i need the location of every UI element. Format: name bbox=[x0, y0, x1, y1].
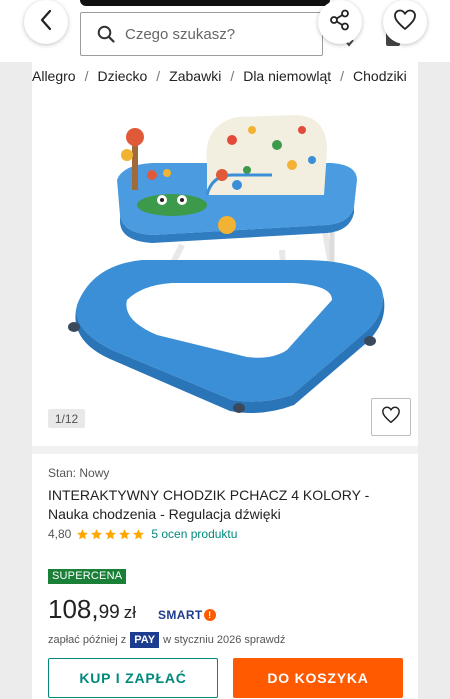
rating-value: 4,80 bbox=[48, 527, 72, 541]
status-notch bbox=[80, 0, 330, 6]
breadcrumb-item-chodziki[interactable]: Chodziki bbox=[353, 66, 407, 86]
breadcrumb-item-dla-niemowlat[interactable]: Dla niemowląt bbox=[243, 66, 331, 86]
breadcrumb-separator: / bbox=[156, 68, 161, 84]
breadcrumb: Allegro / Dziecko / Zabawki / Dla niemow… bbox=[32, 64, 418, 88]
header: ▪ bbox=[0, 0, 450, 62]
breadcrumb-separator: / bbox=[340, 68, 345, 84]
pay-later-date: w styczniu 2026 sprawdź bbox=[163, 634, 286, 646]
breadcrumb-item-zabawki[interactable]: Zabawki bbox=[169, 66, 221, 86]
buy-and-pay-button[interactable]: KUP I ZAPŁAĆ bbox=[48, 658, 218, 698]
smart-exclamation-icon: ! bbox=[203, 609, 216, 621]
heart-icon bbox=[393, 9, 417, 36]
price-decimal: 99 bbox=[98, 602, 120, 623]
search-input[interactable] bbox=[125, 25, 295, 43]
rating-stars bbox=[76, 528, 146, 541]
price-currency: zł bbox=[123, 603, 137, 622]
right-gutter bbox=[418, 0, 450, 699]
product-title: INTERAKTYWNY CHODZIK PCHACZ 4 KOLORY - N… bbox=[48, 487, 370, 522]
breadcrumb-item-allegro[interactable]: Allegro bbox=[32, 66, 76, 86]
breadcrumb-item-dziecko[interactable]: Dziecko bbox=[97, 66, 147, 86]
supercena-badge: SUPERCENA bbox=[48, 569, 127, 584]
add-to-favorites-button[interactable] bbox=[371, 398, 411, 436]
rating-row: 4,80 5 ocen produktu bbox=[48, 525, 237, 543]
reviews-link[interactable]: 5 ocen produktu bbox=[151, 527, 237, 541]
left-gutter bbox=[0, 0, 32, 699]
section-divider bbox=[32, 446, 418, 454]
search-icon bbox=[97, 25, 115, 43]
breadcrumb-separator: / bbox=[84, 68, 89, 84]
product-condition: Stan: Nowy bbox=[48, 466, 110, 480]
pay-logo: PAY bbox=[130, 632, 160, 648]
product-image[interactable] bbox=[32, 95, 418, 440]
star-icon bbox=[119, 528, 131, 539]
pay-later-info[interactable]: zapłać później z PAY w styczniu 2026 spr… bbox=[48, 631, 285, 649]
star-icon bbox=[91, 528, 103, 539]
search-field[interactable] bbox=[80, 12, 323, 56]
share-icon bbox=[329, 9, 351, 36]
star-icon bbox=[77, 528, 89, 539]
star-icon bbox=[105, 528, 117, 539]
favorite-header-button[interactable] bbox=[383, 0, 427, 44]
price: 108, 99 zł bbox=[48, 594, 136, 628]
heart-icon bbox=[381, 405, 401, 429]
price-integer: 108, bbox=[48, 594, 99, 624]
image-counter: 1/12 bbox=[48, 409, 85, 428]
breadcrumb-separator: / bbox=[230, 68, 235, 84]
baby-walker-illustration bbox=[68, 115, 385, 413]
back-arrow-icon bbox=[39, 9, 53, 36]
pay-later-text: zapłać później z bbox=[48, 634, 127, 646]
smart-label: SMART bbox=[158, 608, 203, 622]
add-to-cart-button[interactable]: DO KOSZYKA bbox=[233, 658, 403, 698]
smart-badge[interactable]: SMART ! bbox=[158, 607, 216, 623]
share-button[interactable] bbox=[318, 0, 362, 44]
back-button[interactable] bbox=[24, 0, 68, 44]
star-icon bbox=[133, 528, 145, 539]
